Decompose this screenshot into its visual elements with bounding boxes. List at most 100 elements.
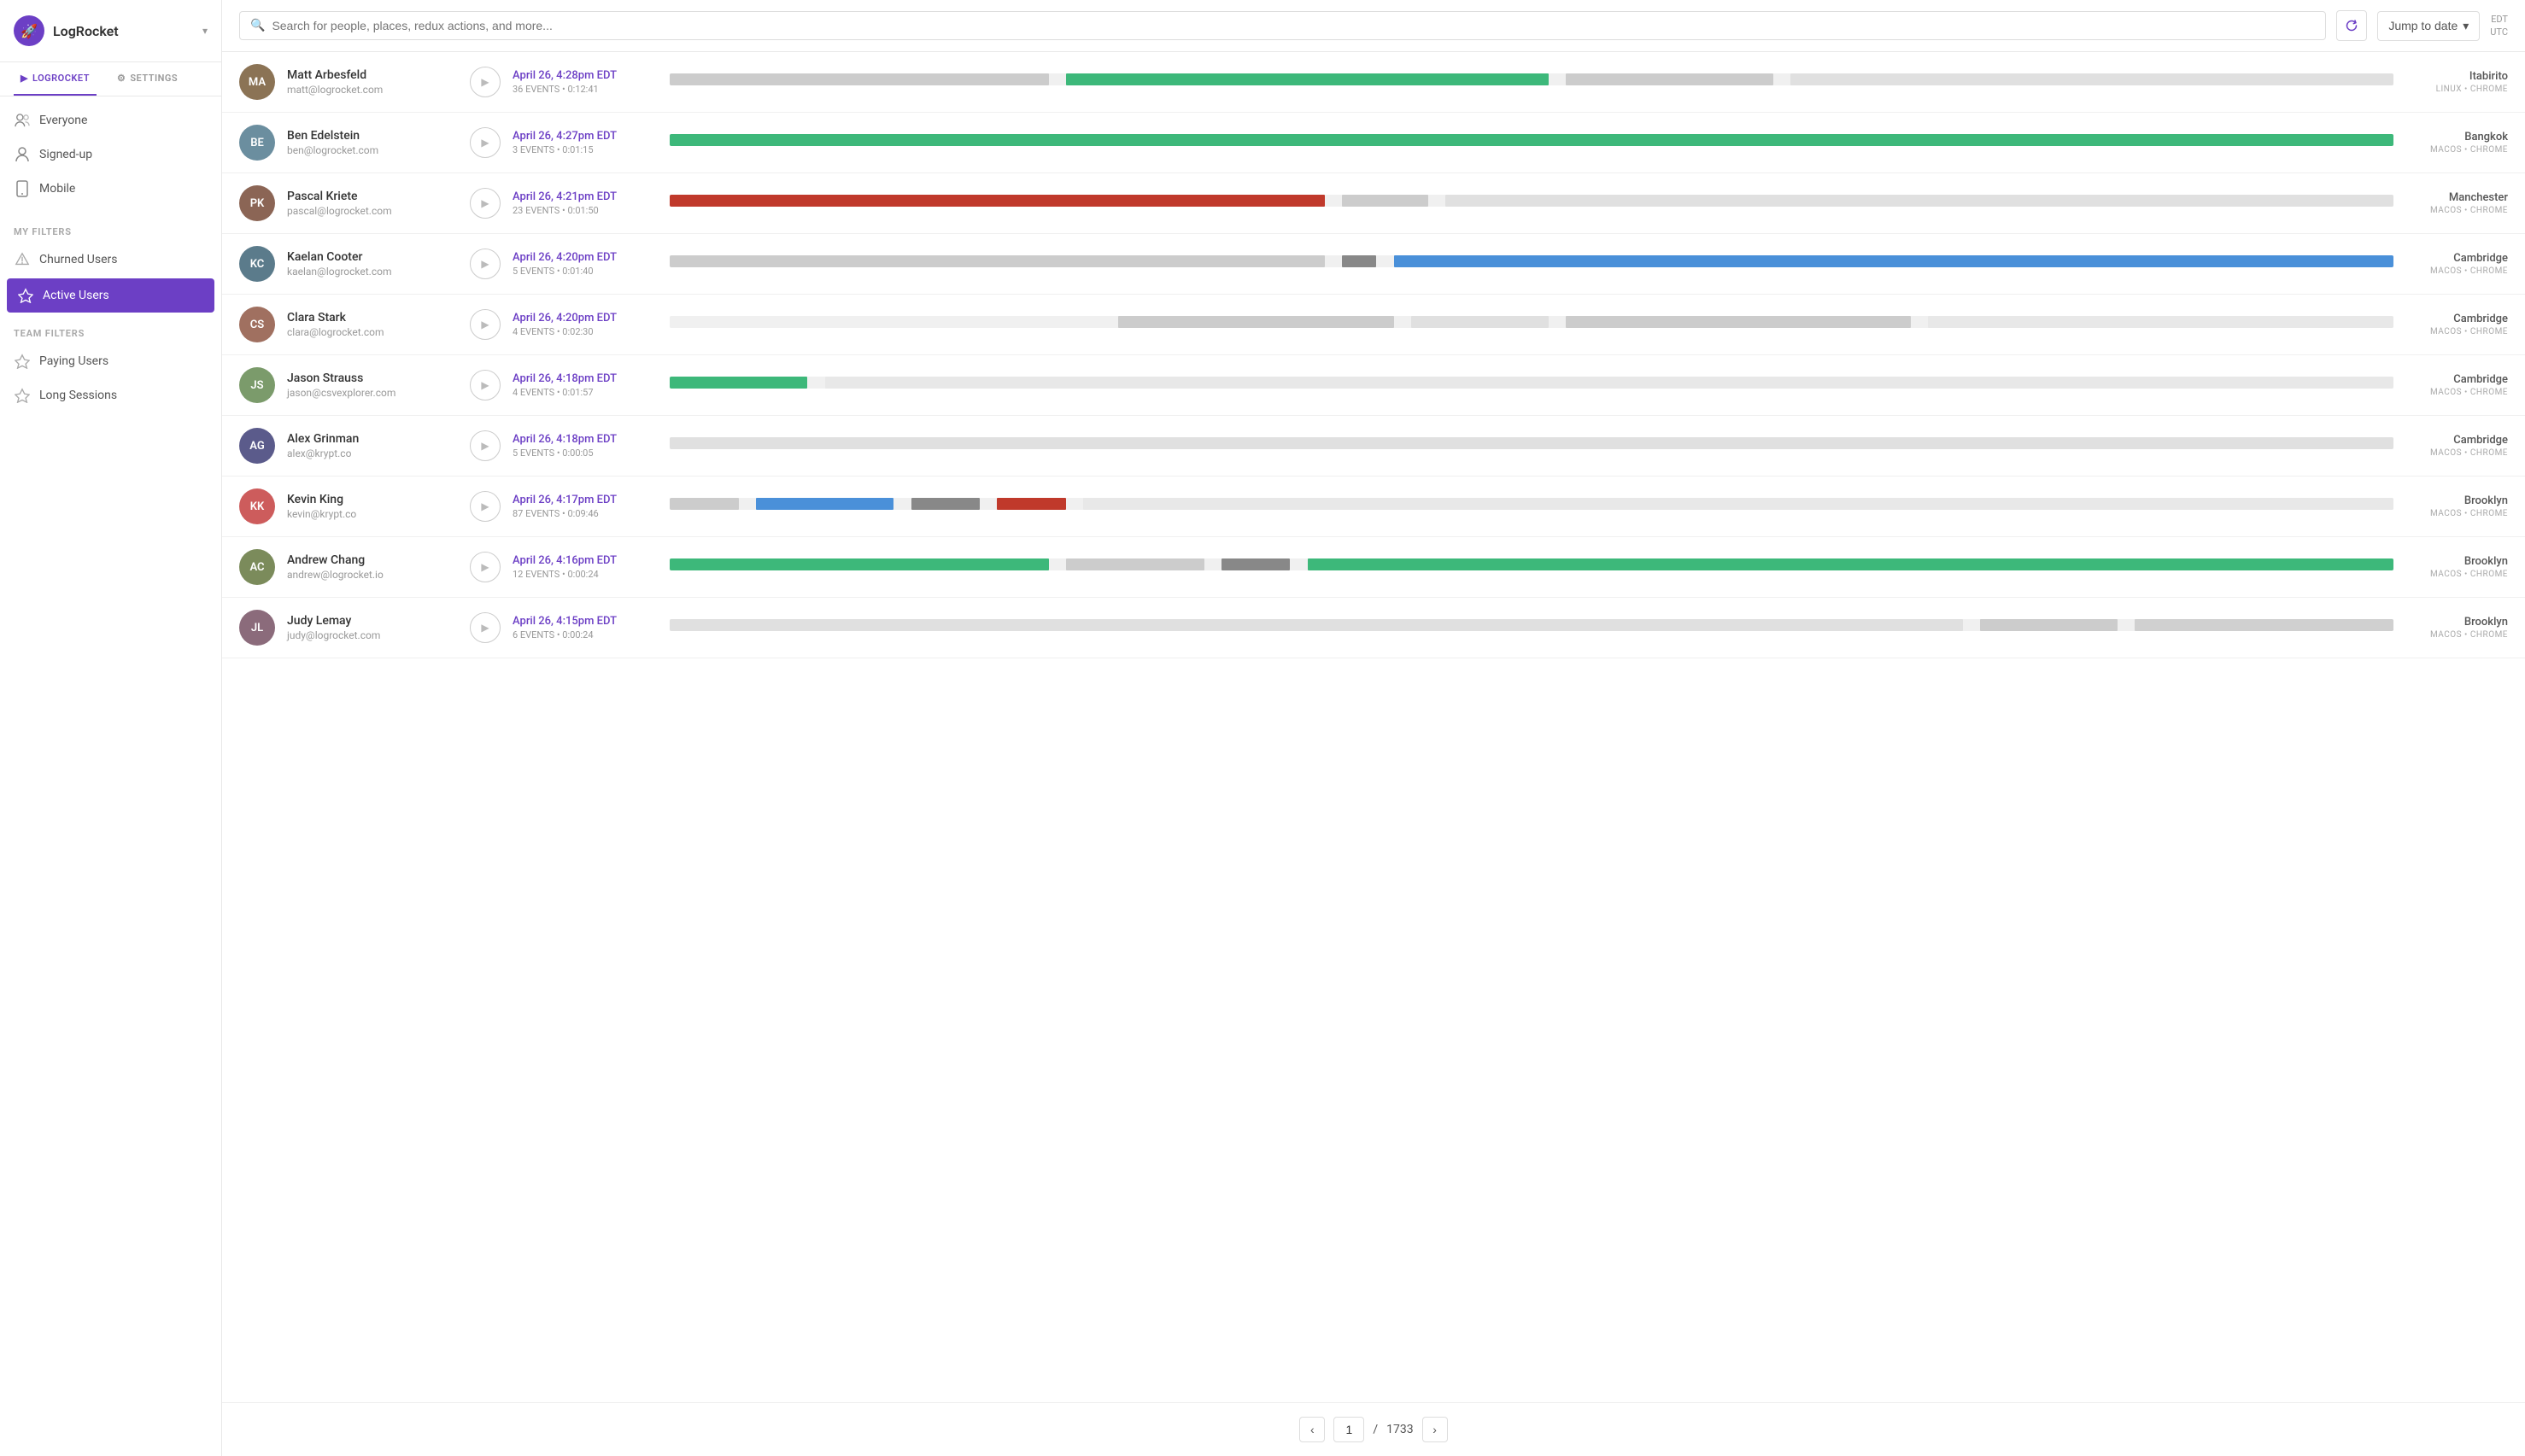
logo-chevron-icon[interactable]: ▾ [202, 25, 208, 37]
tab-settings[interactable]: ⚙ SETTINGS [110, 62, 185, 96]
avatar: AC [239, 549, 275, 585]
play-button[interactable]: ▶ [470, 249, 501, 279]
play-button[interactable]: ▶ [470, 127, 501, 158]
session-date: April 26, 4:20pm EDT [513, 312, 658, 325]
bar-track [670, 73, 2393, 85]
location-os: MACOS • CHROME [2405, 570, 2508, 579]
user-name: Jason Strauss [287, 371, 458, 385]
user-name: Matt Arbesfeld [287, 68, 458, 82]
bar-segment [1394, 255, 2393, 267]
avatar: PK [239, 185, 275, 221]
bar-segment [1411, 316, 1549, 328]
play-button[interactable]: ▶ [470, 430, 501, 461]
main-content: 🔍 Jump to date ▾ EDT UTC MA Matt Arbesfe… [222, 0, 2525, 1456]
search-icon: 🔍 [250, 19, 265, 32]
location-city: Brooklyn [2405, 555, 2508, 568]
long-sessions-icon [14, 387, 31, 404]
session-activity-bar [670, 316, 2393, 333]
bar-track [670, 619, 2393, 631]
bar-track [670, 195, 2393, 207]
bar-segment [670, 558, 1049, 570]
bar-segment [1083, 498, 2393, 510]
play-button[interactable]: ▶ [470, 67, 501, 97]
table-row[interactable]: AG Alex Grinman alex@krypt.co ▶ April 26… [222, 416, 2525, 477]
prev-page-button[interactable]: ‹ [1299, 1417, 1325, 1442]
bar-segment [670, 134, 2393, 146]
user-info: Clara Stark clara@logrocket.com [287, 311, 458, 338]
user-email: clara@logrocket.com [287, 326, 458, 338]
search-input[interactable] [272, 19, 2315, 32]
active-users-icon [17, 287, 34, 304]
sidebar-item-paying-users[interactable]: Paying Users [0, 344, 221, 378]
play-button[interactable]: ▶ [470, 612, 501, 643]
sidebar-item-active-users[interactable]: Active Users [7, 278, 214, 313]
table-row[interactable]: MA Matt Arbesfeld matt@logrocket.com ▶ A… [222, 52, 2525, 113]
avatar: CS [239, 307, 275, 342]
user-name: Andrew Chang [287, 553, 458, 567]
logo-icon: 🚀 [14, 15, 44, 46]
user-email: ben@logrocket.com [287, 144, 458, 156]
sidebar-item-mobile[interactable]: Mobile [0, 172, 221, 206]
session-location: Cambridge MACOS • CHROME [2405, 313, 2508, 336]
play-button[interactable]: ▶ [470, 188, 501, 219]
table-row[interactable]: JL Judy Lemay judy@logrocket.com ▶ April… [222, 598, 2525, 658]
table-row[interactable]: JS Jason Strauss jason@csvexplorer.com ▶… [222, 355, 2525, 416]
user-email: kaelan@logrocket.com [287, 266, 458, 278]
session-activity-bar [670, 437, 2393, 454]
table-row[interactable]: CS Clara Stark clara@logrocket.com ▶ Apr… [222, 295, 2525, 355]
timezone-info: EDT UTC [2490, 13, 2508, 39]
bar-segment [1445, 195, 2393, 207]
session-activity-bar [670, 255, 2393, 272]
user-email: alex@krypt.co [287, 447, 458, 459]
play-button[interactable]: ▶ [470, 552, 501, 582]
user-email: judy@logrocket.com [287, 629, 458, 641]
bar-track [670, 498, 2393, 510]
table-row[interactable]: AC Andrew Chang andrew@logrocket.io ▶ Ap… [222, 537, 2525, 598]
search-box[interactable]: 🔍 [239, 11, 2326, 40]
session-location: Itabirito LINUX • CHROME [2405, 70, 2508, 94]
bar-segment [670, 498, 739, 510]
user-name: Kevin King [287, 493, 458, 506]
sidebar-item-signedup[interactable]: Signed-up [0, 137, 221, 172]
sidebar-item-long-sessions[interactable]: Long Sessions [0, 378, 221, 412]
jump-to-date-button[interactable]: Jump to date ▾ [2377, 11, 2480, 41]
current-page-input[interactable] [1333, 1417, 1364, 1442]
bar-segment [1928, 316, 2393, 328]
play-button[interactable]: ▶ [470, 491, 501, 522]
bar-track [670, 316, 2393, 328]
session-date: April 26, 4:28pm EDT [513, 69, 658, 82]
location-os: MACOS • CHROME [2405, 630, 2508, 640]
session-activity-bar [670, 73, 2393, 91]
avatar: MA [239, 64, 275, 100]
refresh-button[interactable] [2336, 10, 2367, 41]
user-name: Pascal Kriete [287, 190, 458, 203]
location-os: MACOS • CHROME [2405, 266, 2508, 276]
avatar: BE [239, 125, 275, 161]
sidebar-default-section: Everyone Signed-up Mobile [0, 96, 221, 213]
sidebar-item-everyone[interactable]: Everyone [0, 103, 221, 137]
bar-segment [1980, 619, 2118, 631]
table-row[interactable]: BE Ben Edelstein ben@logrocket.com ▶ Apr… [222, 113, 2525, 173]
bar-segment [1342, 255, 1376, 267]
session-activity-bar [670, 498, 2393, 515]
tab-logrocket[interactable]: ▶ LOGROCKET [14, 62, 97, 96]
user-email: matt@logrocket.com [287, 84, 458, 96]
my-filters-section: MY FILTERS Churned Users Active Users [0, 213, 221, 314]
bar-segment [1342, 195, 1428, 207]
table-row[interactable]: KC Kaelan Cooter kaelan@logrocket.com ▶ … [222, 234, 2525, 295]
user-info: Pascal Kriete pascal@logrocket.com [287, 190, 458, 217]
my-filters-label: MY FILTERS [0, 213, 221, 243]
session-meta: 3 EVENTS • 0:01:15 [513, 144, 658, 155]
table-row[interactable]: KK Kevin King kevin@krypt.co ▶ April 26,… [222, 477, 2525, 537]
location-os: MACOS • CHROME [2405, 509, 2508, 518]
sidebar-item-churned-users[interactable]: Churned Users [0, 243, 221, 277]
pagination-separator: / [1373, 1423, 1378, 1436]
bar-segment [1221, 558, 1291, 570]
play-button[interactable]: ▶ [470, 370, 501, 401]
user-info: Alex Grinman alex@krypt.co [287, 432, 458, 459]
table-row[interactable]: PK Pascal Kriete pascal@logrocket.com ▶ … [222, 173, 2525, 234]
nav-tabs: ▶ LOGROCKET ⚙ SETTINGS [0, 62, 221, 96]
bar-segment [997, 498, 1066, 510]
play-button[interactable]: ▶ [470, 309, 501, 340]
next-page-button[interactable]: › [1422, 1417, 1448, 1442]
